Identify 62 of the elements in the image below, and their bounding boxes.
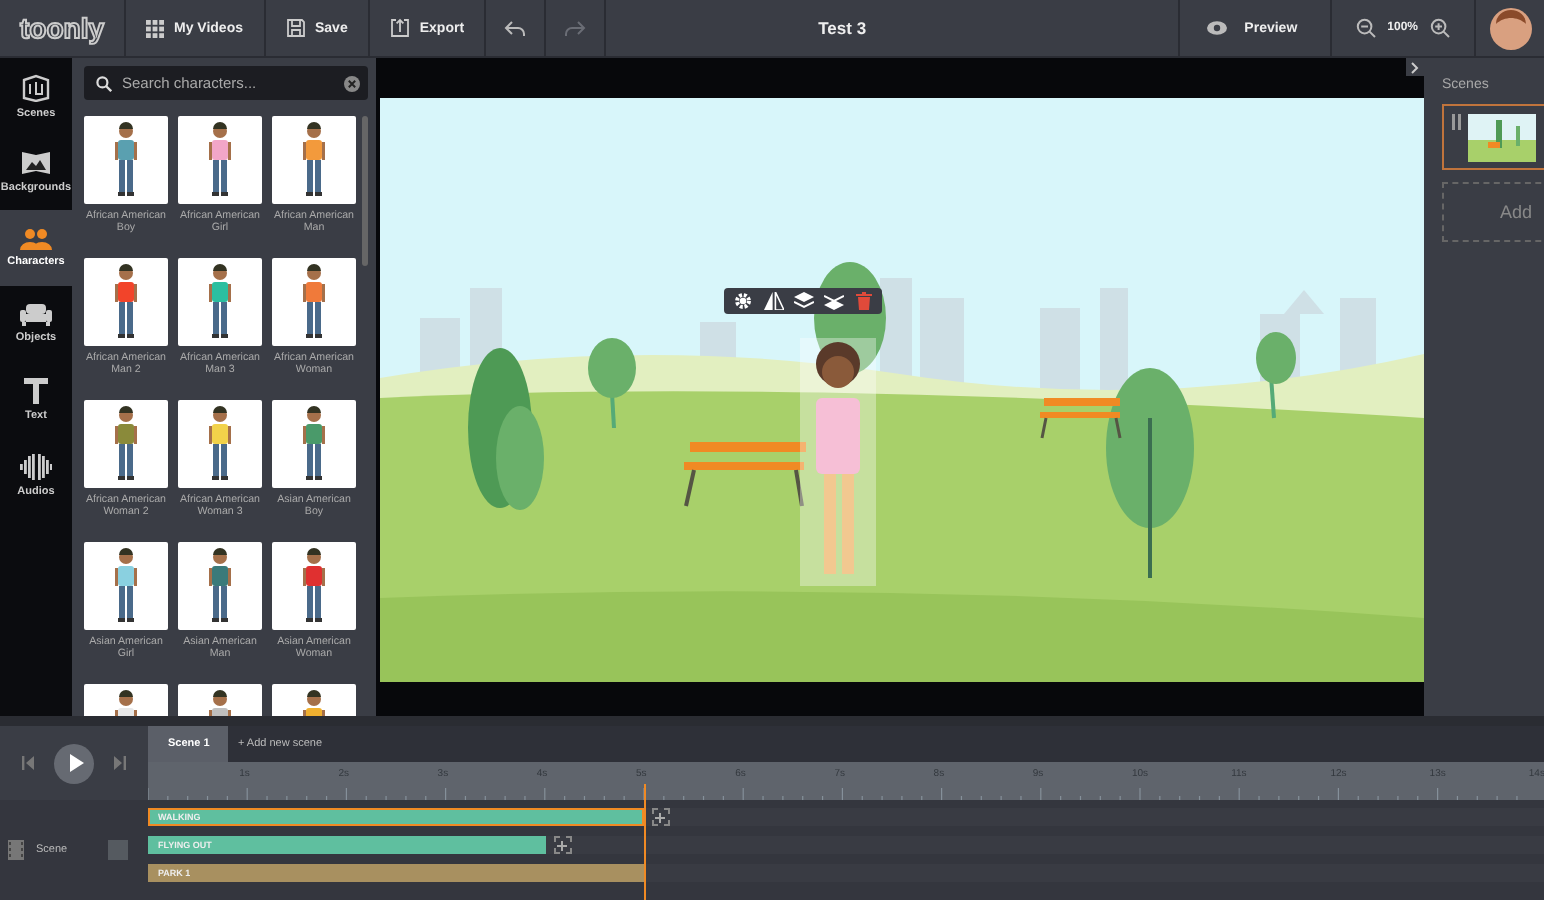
export-icon [389,18,410,38]
add-clip-button[interactable] [553,836,572,854]
character-tile[interactable] [84,116,168,204]
bench [1040,398,1122,440]
sofa-icon [20,304,52,326]
layers-down-icon [823,292,843,310]
project-title: Test 3 [816,16,869,42]
character-figure[interactable] [816,342,860,574]
play-icon [69,754,83,772]
zoom-out-button[interactable] [1355,18,1376,38]
previous-icon[interactable] [22,756,38,770]
scene-preview-drawing [1468,114,1536,162]
avatar-icon[interactable] [1489,7,1531,49]
collapse-button[interactable] [1406,58,1424,76]
character-tile[interactable] [178,400,262,488]
character-tile[interactable] [272,400,356,488]
layers-up-icon [793,292,813,310]
next-icon[interactable] [110,756,126,770]
scene-thumbnail[interactable] [1442,104,1544,170]
character-tile[interactable] [84,542,168,630]
zoom-in-button[interactable] [1430,18,1450,38]
grid-icon [146,19,164,37]
save-icon [285,18,305,38]
text-icon [24,378,48,404]
character-tile[interactable] [178,258,262,346]
settings-icon [734,292,752,310]
zoom-out-icon [1355,18,1376,38]
film-icon [8,840,24,860]
toolbar-button[interactable] [730,288,756,314]
sound-wave-icon [20,454,52,480]
bench [684,442,806,508]
logo[interactable]: toonly [0,0,126,56]
people-icon [20,228,52,250]
clear-icon[interactable] [344,75,360,91]
character-tile[interactable] [178,542,262,630]
scrollbar-thumb[interactable] [362,116,368,266]
character-tile[interactable] [84,400,168,488]
landscape-icon [20,150,52,176]
tree [1256,332,1296,419]
search-icon [96,75,112,91]
tree [588,338,636,429]
scenes-icon [22,73,50,101]
zoom-in-icon [1430,18,1450,38]
trash-icon [855,292,871,310]
track-toggle-button[interactable] [108,840,128,860]
toolbar-button[interactable] [760,288,786,314]
character-tile[interactable] [272,258,356,346]
redo-icon [564,19,587,37]
eye-icon [1206,20,1229,36]
character-tile[interactable] [272,542,356,630]
chevron-right-icon [1410,61,1420,73]
drag-handle-icon [1452,114,1462,130]
character-tile[interactable] [84,258,168,346]
play-button[interactable] [54,743,94,783]
plus-icon [556,839,569,851]
plus-icon [654,811,667,823]
toolbar-button[interactable] [790,288,816,314]
flip-icon [763,292,783,310]
undo-icon [504,19,527,37]
add-clip-button[interactable] [651,808,670,826]
character-tile[interactable] [272,116,356,204]
character-tile[interactable] [178,116,262,204]
